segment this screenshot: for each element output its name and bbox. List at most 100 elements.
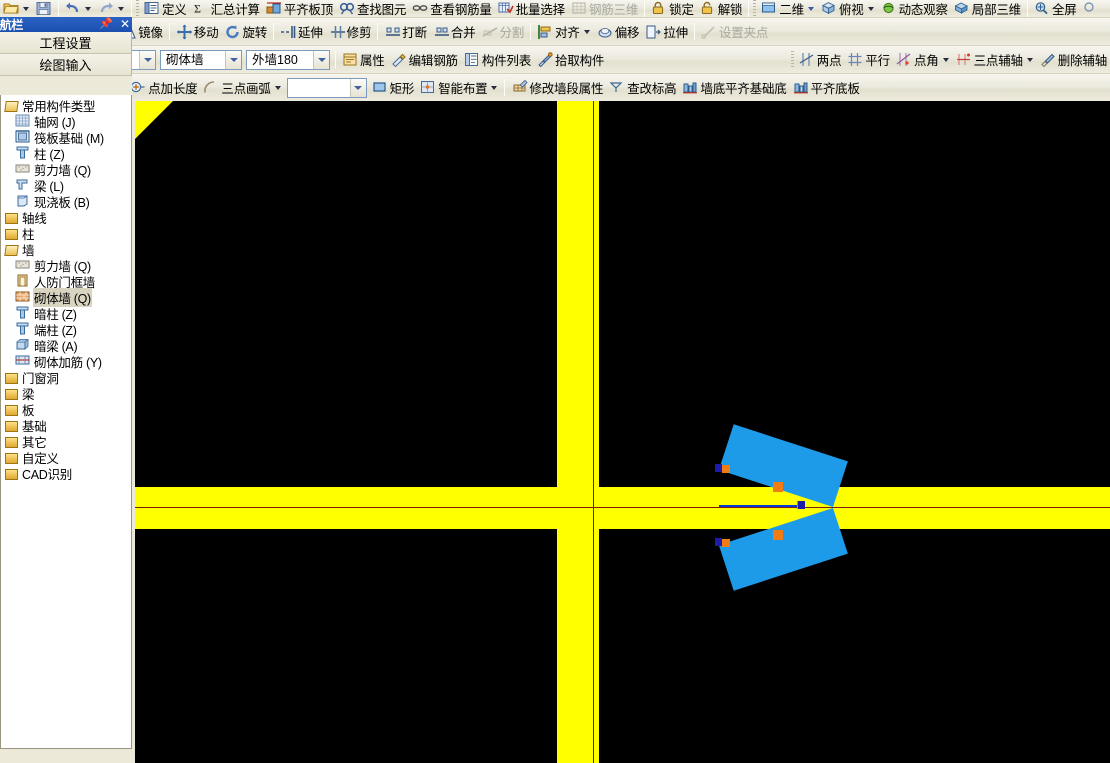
endpoint-marker-lower-left[interactable]: [715, 538, 722, 546]
trim-button[interactable]: 修剪: [326, 18, 375, 45]
trim-label: 修剪: [346, 26, 372, 40]
view-2d-button[interactable]: 二维: [758, 0, 818, 17]
pin-icon[interactable]: 📌: [99, 19, 113, 30]
folder-icon: [4, 435, 18, 448]
align-bottom-slab-button[interactable]: 平齐底板: [790, 74, 863, 101]
redo-button[interactable]: [95, 0, 128, 17]
undo-button[interactable]: [62, 0, 95, 17]
offset-button[interactable]: 偏移: [594, 18, 643, 45]
endpoint-marker-upper-left[interactable]: [715, 464, 722, 472]
move-button[interactable]: 移动: [173, 18, 222, 45]
component-type-chevron-down-icon[interactable]: [139, 50, 155, 69]
three-point-aux-caret-icon[interactable]: [1026, 57, 1033, 62]
save-file-button[interactable]: [33, 0, 55, 17]
toolbar-row-main: 定义 Σ 汇总计算 平齐板顶 查找图元 查看钢筋量 批量选择 钢筋三维 锁定 解…: [0, 0, 1110, 17]
top-view-button[interactable]: 俯视: [818, 0, 878, 17]
align-button[interactable]: 对齐: [534, 18, 594, 45]
open-file-caret-icon[interactable]: [23, 6, 29, 11]
edit-divider-3: [168, 23, 170, 40]
align-caret-icon[interactable]: [583, 29, 590, 34]
view-toolbar-grip[interactable]: [753, 0, 757, 17]
stretch-button[interactable]: 拉伸: [642, 18, 691, 45]
sigma-icon: Σ: [193, 1, 209, 17]
component-tree[interactable]: 常用构件类型 轴网 (J) 筏板基础 (M) 柱 (Z) 剪力墙 (Q) 梁 (…: [0, 95, 132, 749]
lock-button[interactable]: 锁定: [648, 0, 697, 17]
two-point-axis-label: 两点: [816, 54, 842, 68]
arc-style-chevron-down-icon[interactable]: [349, 78, 366, 97]
tree-item-shear-wall-common[interactable]: 剪力墙 (Q): [1, 161, 131, 178]
component-subtype-select[interactable]: 砌体墙: [160, 49, 242, 70]
three-point-arc-caret-icon[interactable]: [274, 85, 281, 90]
fullscreen-button[interactable]: 全屏: [1031, 0, 1080, 17]
wall-bottom-align-foundation-button[interactable]: 墙底平齐基础底: [679, 74, 789, 101]
component-list-button[interactable]: 构件列表: [461, 46, 534, 73]
folder-icon: [4, 467, 18, 480]
dynamic-orbit-button[interactable]: 动态观察: [878, 0, 951, 17]
point-angle-caret-icon[interactable]: [942, 57, 949, 62]
endpoint-marker-right[interactable]: [798, 501, 805, 509]
component-instance-select[interactable]: 外墙180: [246, 49, 330, 70]
sidebar-item-drawing-input[interactable]: 绘图输入: [0, 54, 132, 76]
define-button[interactable]: 定义: [141, 0, 190, 17]
split-icon: [481, 24, 498, 40]
component-subtype-chevron-down-icon[interactable]: [225, 50, 241, 69]
open-file-button[interactable]: [0, 0, 33, 17]
two-point-axis-button[interactable]: 两点: [796, 46, 845, 73]
component-instance-chevron-down-icon[interactable]: [313, 50, 329, 69]
parallel-axis-button[interactable]: 平行: [844, 46, 893, 73]
edit-wall-segment-button[interactable]: 修改墙段属性: [508, 74, 606, 101]
svg-text:Σ: Σ: [194, 1, 201, 15]
redo-caret-icon[interactable]: [118, 6, 124, 11]
unlock-button[interactable]: 解锁: [697, 0, 746, 17]
arc-style-select[interactable]: [286, 77, 367, 98]
find-element-button[interactable]: 查找图元: [336, 0, 409, 17]
grip-point-lower-left[interactable]: [722, 539, 730, 547]
rotate-icon: [224, 24, 240, 40]
pick-component-button[interactable]: 拾取构件: [534, 46, 607, 73]
break-button[interactable]: 打断: [381, 18, 430, 45]
move-cross-icon: [176, 24, 193, 40]
grip-point-center-upper[interactable]: [773, 482, 783, 492]
rebar-3d-button: 钢筋三维: [568, 0, 641, 17]
view-2d-caret-icon[interactable]: [807, 6, 814, 11]
extend-button[interactable]: 延伸: [277, 18, 326, 45]
undo-caret-icon[interactable]: [85, 6, 91, 11]
wall-horizontal[interactable]: [135, 487, 1110, 529]
summary-calc-button[interactable]: Σ 汇总计算: [190, 0, 263, 17]
smart-layout-caret-icon[interactable]: [491, 85, 498, 90]
rebar-3d-icon: [571, 1, 587, 17]
align-slab-top-button[interactable]: 平齐板顶: [263, 0, 336, 17]
batch-select-button[interactable]: 批量选择: [495, 0, 568, 17]
tree-item-cad-recognition[interactable]: CAD识别: [1, 465, 131, 482]
smart-layout-button[interactable]: 智能布置: [417, 74, 501, 101]
tree-item-raft-foundation[interactable]: 筏板基础 (M): [1, 129, 131, 146]
edit-rebar-button[interactable]: 编辑钢筋: [388, 46, 461, 73]
three-point-arc-button[interactable]: 三点画弧: [200, 74, 284, 101]
local-3d-button[interactable]: 局部三维: [951, 0, 1024, 17]
toolbar-drag-grip[interactable]: [136, 0, 139, 17]
grip-point-center-lower[interactable]: [773, 530, 783, 540]
shear-wall-icon: [15, 258, 30, 272]
close-icon[interactable]: ✕: [120, 18, 130, 30]
undo-arrow-icon: [65, 1, 81, 17]
overflow-button[interactable]: [1080, 0, 1102, 17]
three-point-aux-axis-button[interactable]: 三点辅轴: [953, 46, 1037, 73]
rectangle-tool-button[interactable]: 矩形: [369, 74, 418, 101]
merge-button[interactable]: 合并: [430, 18, 479, 45]
more-options-icon: [1083, 1, 1099, 17]
point-angle-axis-button[interactable]: 点角: [893, 46, 953, 73]
grip-point-upper-left[interactable]: [722, 465, 730, 473]
aux-axis-toolbar-grip[interactable]: [790, 50, 794, 69]
offset-label: 偏移: [614, 26, 640, 40]
properties-button[interactable]: 属性: [339, 46, 388, 73]
sidebar-item-project-settings[interactable]: 工程设置: [0, 32, 132, 54]
three-point-arc-label: 三点画弧: [221, 82, 271, 96]
top-view-caret-icon[interactable]: [867, 6, 874, 11]
drawing-canvas[interactable]: Y X: [135, 101, 1110, 763]
delete-aux-axis-button[interactable]: 删除辅轴: [1037, 46, 1110, 73]
point-plus-length-button[interactable]: 点加长度: [127, 74, 200, 101]
edit-wall-segment-icon: [511, 79, 529, 96]
view-rebar-qty-button[interactable]: 查看钢筋量: [409, 0, 495, 17]
check-elevation-button[interactable]: 查改标高: [606, 74, 679, 101]
rotate-button[interactable]: 旋转: [221, 18, 270, 45]
